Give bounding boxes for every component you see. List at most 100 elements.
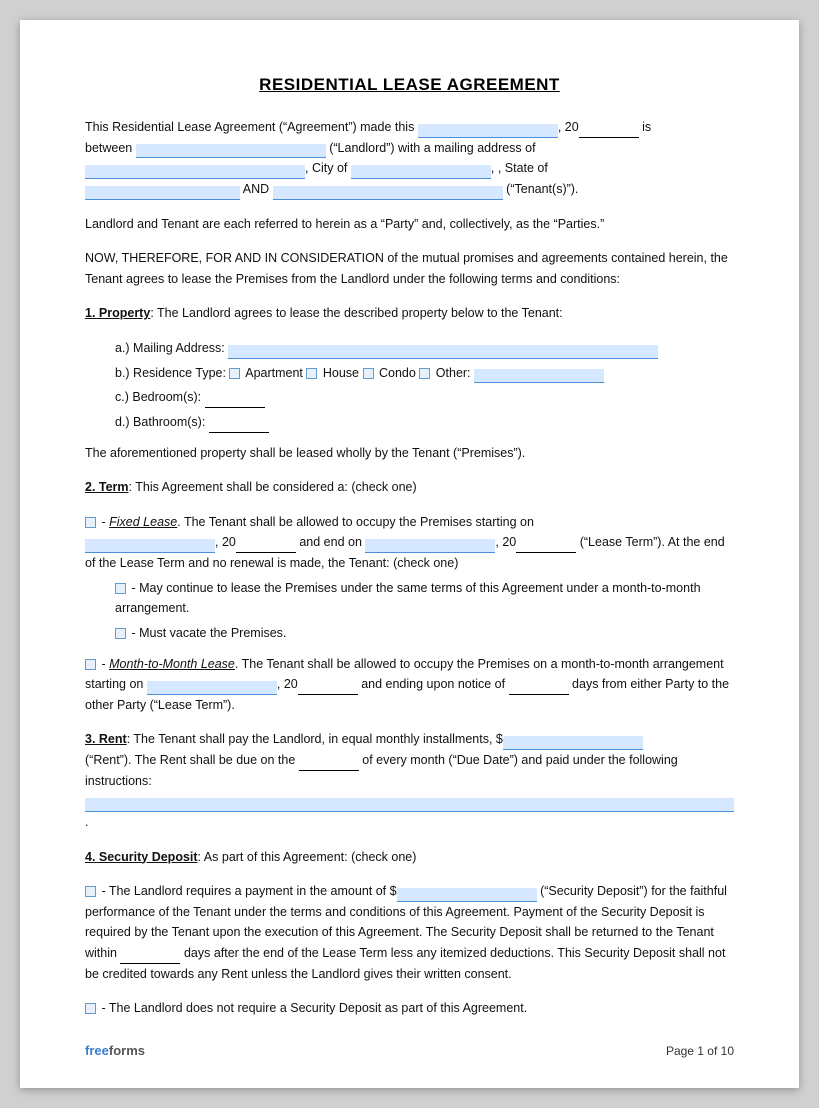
month-lease-label: Month-to-Month Lease bbox=[109, 657, 235, 671]
condo-label: Condo bbox=[379, 366, 416, 380]
section3-heading: 3. Rent bbox=[85, 732, 127, 746]
intro-city-field[interactable] bbox=[351, 165, 491, 179]
month-start-field[interactable] bbox=[147, 681, 277, 695]
bedrooms-field[interactable] bbox=[205, 394, 265, 408]
section1-a-label: a.) Mailing Address: bbox=[115, 341, 225, 355]
section3-text: : The Tenant shall pay the Landlord, in … bbox=[127, 732, 503, 746]
section1-a: a.) Mailing Address: bbox=[115, 338, 734, 359]
fixed-start-field[interactable] bbox=[85, 539, 215, 553]
fixed-year1-field[interactable] bbox=[236, 539, 296, 553]
section2-heading: 2. Term bbox=[85, 480, 129, 494]
month-dash: - bbox=[101, 657, 109, 671]
apartment-checkbox[interactable] bbox=[229, 368, 240, 379]
section4-text: : As part of this Agreement: (check one) bbox=[198, 850, 417, 864]
due-date-field[interactable] bbox=[299, 757, 359, 771]
security-deposit-checkbox[interactable] bbox=[85, 886, 96, 897]
intro-landlord-field[interactable] bbox=[136, 144, 326, 158]
parties-text: Landlord and Tenant are each referred to… bbox=[85, 217, 604, 231]
intro-date-field[interactable] bbox=[418, 124, 558, 138]
fixed-lease-checkbox[interactable] bbox=[85, 517, 96, 528]
intro-city-pre: City of bbox=[312, 161, 347, 175]
section1-d: d.) Bathroom(s): bbox=[115, 412, 734, 433]
house-label: House bbox=[323, 366, 359, 380]
security-days-field[interactable] bbox=[120, 950, 180, 964]
intro-line2-mid: (“Landlord”) with a mailing address of bbox=[329, 141, 535, 155]
section4-option1: - The Landlord requires a payment in the… bbox=[85, 881, 734, 984]
option2-text: - Must vacate the Premises. bbox=[131, 626, 286, 640]
payment-instructions-field[interactable] bbox=[85, 798, 734, 812]
month-lease-block: - Month-to-Month Lease. The Tenant shall… bbox=[85, 654, 734, 716]
section1-paragraph: 1. Property: The Landlord agrees to leas… bbox=[85, 303, 734, 324]
fixed-year2-field[interactable] bbox=[516, 539, 576, 553]
consideration-paragraph: NOW, THEREFORE, FOR AND IN CONSIDERATION… bbox=[85, 248, 734, 289]
month-end-text: and ending upon notice of bbox=[361, 677, 505, 691]
section1-mailing-field[interactable] bbox=[228, 345, 658, 359]
document-page: RESIDENTIAL LEASE AGREEMENT This Residen… bbox=[20, 20, 799, 1088]
intro-line4-post: (“Tenant(s)”). bbox=[506, 182, 578, 196]
other-checkbox[interactable] bbox=[419, 368, 430, 379]
section1-d-label: d.) Bathroom(s): bbox=[115, 415, 205, 429]
fixed-option2: - Must vacate the Premises. bbox=[115, 623, 734, 644]
consideration-text: NOW, THEREFORE, FOR AND IN CONSIDERATION… bbox=[85, 251, 728, 286]
brand-free: free bbox=[85, 1043, 109, 1058]
section4-option1-pre: - The Landlord requires a payment in the… bbox=[101, 884, 396, 898]
section1-c: c.) Bedroom(s): bbox=[115, 387, 734, 408]
section2-text: : This Agreement shall be considered a: … bbox=[129, 480, 417, 494]
section4-heading-para: 4. Security Deposit: As part of this Agr… bbox=[85, 847, 734, 868]
bathrooms-field[interactable] bbox=[209, 419, 269, 433]
rent-amount-field[interactable] bbox=[503, 736, 643, 750]
intro-state-pre: , State of bbox=[498, 161, 548, 175]
fixed-option1: - May continue to lease the Premises und… bbox=[115, 578, 734, 619]
fixed-end-pre: and end on bbox=[299, 535, 362, 549]
month-year-field[interactable] bbox=[298, 681, 358, 695]
other-field[interactable] bbox=[474, 369, 604, 383]
section1-c-label: c.) Bedroom(s): bbox=[115, 390, 201, 404]
section1-text: : The Landlord agrees to lease the descr… bbox=[150, 306, 562, 320]
intro-state-field[interactable] bbox=[85, 186, 240, 200]
fixed-lease-block: - Fixed Lease. The Tenant shall be allow… bbox=[85, 512, 734, 644]
section1-b-label: b.) Residence Type: bbox=[115, 366, 226, 380]
intro-year-pre: 20 bbox=[565, 120, 579, 134]
fixed-year1-pre: 20 bbox=[222, 535, 236, 549]
fixed-end-field[interactable] bbox=[365, 539, 495, 553]
fixed-dash: - bbox=[101, 515, 109, 529]
section1-closing: The aforementioned property shall be lea… bbox=[85, 446, 525, 460]
intro-line1-pre: This Residential Lease Agreement (“Agree… bbox=[85, 120, 414, 134]
section1-b: b.) Residence Type: Apartment House Cond… bbox=[115, 363, 734, 384]
page-number: Page 1 of 10 bbox=[666, 1044, 734, 1058]
brand-logo: freeforms bbox=[85, 1043, 145, 1058]
house-checkbox[interactable] bbox=[306, 368, 317, 379]
section1-items: a.) Mailing Address: b.) Residence Type:… bbox=[115, 338, 734, 433]
fixed-suboptions: - May continue to lease the Premises und… bbox=[115, 578, 734, 644]
condo-checkbox[interactable] bbox=[363, 368, 374, 379]
security-deposit-field[interactable] bbox=[397, 888, 537, 902]
section3-text4: . bbox=[85, 815, 88, 829]
must-vacate-checkbox[interactable] bbox=[115, 628, 126, 639]
option1-text: - May continue to lease the Premises und… bbox=[115, 581, 701, 616]
intro-year-field[interactable] bbox=[579, 124, 639, 138]
no-security-deposit-checkbox[interactable] bbox=[85, 1003, 96, 1014]
premises-text: The aforementioned property shall be lea… bbox=[85, 443, 734, 464]
section3-text2: (“Rent”). The Rent shall be due on the bbox=[85, 753, 295, 767]
section4-option2: - The Landlord does not require a Securi… bbox=[85, 998, 734, 1019]
section4-option2-text: - The Landlord does not require a Securi… bbox=[101, 1001, 527, 1015]
fixed-year2-pre: 20 bbox=[502, 535, 516, 549]
intro-and: AND bbox=[243, 182, 269, 196]
fixed-lease-pre: . The Tenant shall be allowed to occupy … bbox=[177, 515, 534, 529]
section4-heading: 4. Security Deposit bbox=[85, 850, 198, 864]
section1-heading: 1. Property bbox=[85, 306, 150, 320]
section3-paragraph: 3. Rent: The Tenant shall pay the Landlo… bbox=[85, 729, 734, 832]
intro-tenant-field[interactable] bbox=[273, 186, 503, 200]
other-label: Other: bbox=[436, 366, 471, 380]
parties-paragraph: Landlord and Tenant are each referred to… bbox=[85, 214, 734, 235]
fixed-lease-label: Fixed Lease bbox=[109, 515, 177, 529]
may-continue-checkbox[interactable] bbox=[115, 583, 126, 594]
month-year-pre: 20 bbox=[284, 677, 298, 691]
intro-between: between bbox=[85, 141, 132, 155]
document-title: RESIDENTIAL LEASE AGREEMENT bbox=[85, 75, 734, 95]
month-days-field[interactable] bbox=[509, 681, 569, 695]
brand-forms: forms bbox=[109, 1043, 145, 1058]
month-lease-checkbox[interactable] bbox=[85, 659, 96, 670]
intro-paragraph: This Residential Lease Agreement (“Agree… bbox=[85, 117, 734, 200]
intro-address-field[interactable] bbox=[85, 165, 305, 179]
